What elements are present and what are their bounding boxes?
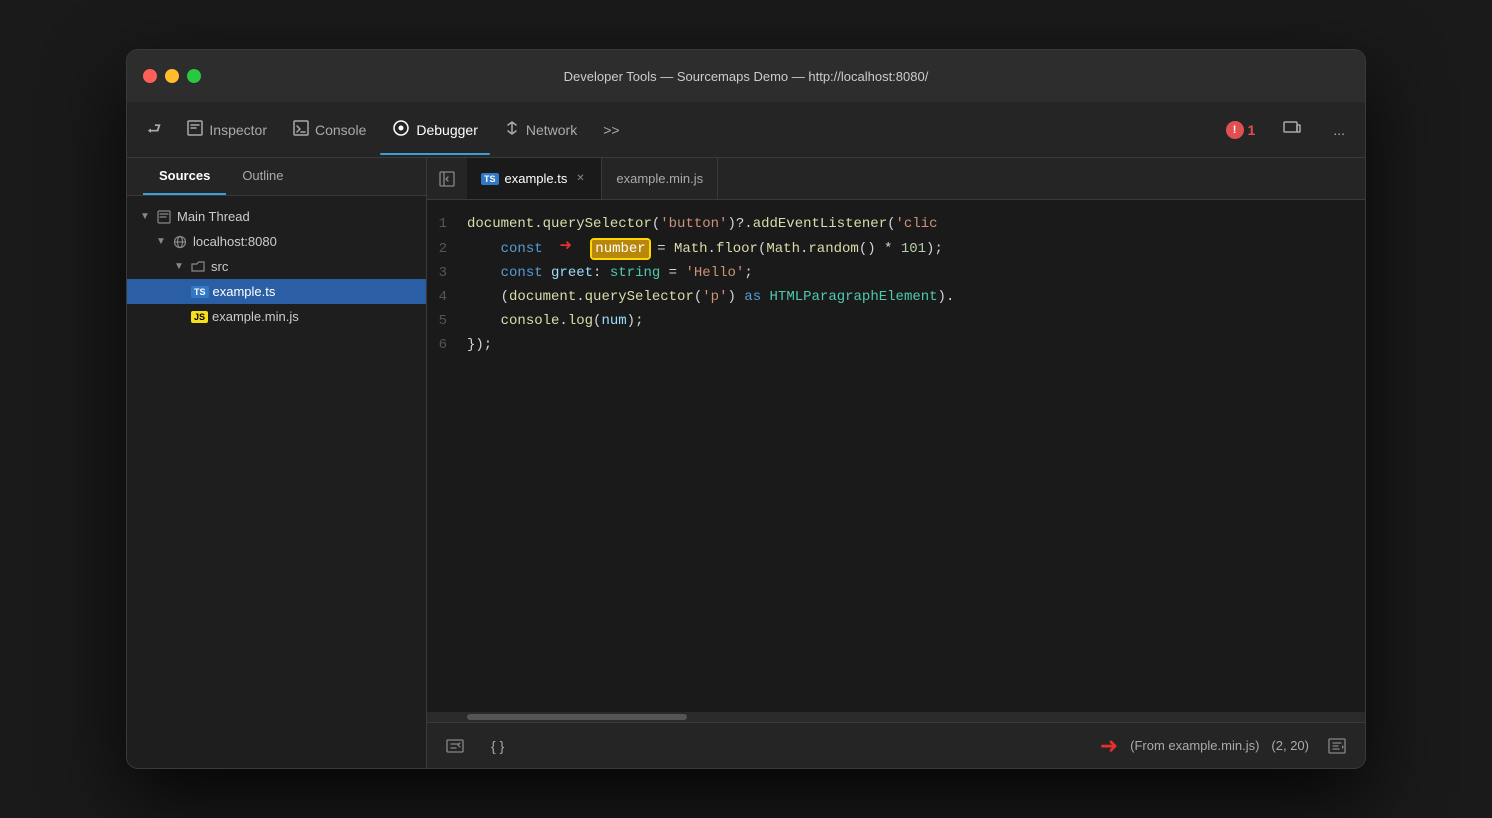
maximize-button[interactable] xyxy=(187,69,201,83)
network-label: Network xyxy=(526,122,577,138)
code-tab-example-ts[interactable]: TS example.ts ✕ xyxy=(467,158,602,199)
devtools-window: Developer Tools — Sourcemaps Demo — http… xyxy=(126,49,1366,769)
code-line-4: 4 (document.querySelector('p') as HTMLPa… xyxy=(427,285,1365,309)
line-number-4: 4 xyxy=(427,285,467,309)
code-editor[interactable]: 1 document.querySelector('button')?.addE… xyxy=(427,200,1365,712)
close-button[interactable] xyxy=(143,69,157,83)
line-content-3: const greet: string = 'Hello'; xyxy=(467,261,1365,285)
tab-network[interactable]: Network xyxy=(492,114,589,146)
console-icon xyxy=(293,120,309,140)
tab-debugger[interactable]: Debugger xyxy=(380,114,490,146)
code-tab-ts-label: example.ts xyxy=(505,171,568,186)
minimize-button[interactable] xyxy=(165,69,179,83)
sidebar-tabs: Sources Outline xyxy=(127,158,426,196)
line-content-4: (document.querySelector('p') as HTMLPara… xyxy=(467,285,1365,309)
toggle-sidebar-button[interactable] xyxy=(431,163,463,195)
code-line-3: 3 const greet: string = 'Hello'; xyxy=(427,261,1365,285)
debugger-label: Debugger xyxy=(416,122,478,138)
network-icon xyxy=(504,120,520,140)
tree-src[interactable]: ▼ src xyxy=(127,254,426,279)
cursor-icon: ⮐ xyxy=(147,122,161,138)
tree-example-min-js[interactable]: JS example.min.js xyxy=(127,304,426,329)
main-content: Sources Outline ▼ Main Thread xyxy=(127,158,1365,768)
line-content-5: console.log(num); xyxy=(467,309,1365,333)
more-tabs-button[interactable]: >> xyxy=(591,116,631,144)
code-tab-close-button[interactable]: ✕ xyxy=(573,172,587,186)
pretty-print-button[interactable]: { } xyxy=(483,734,512,758)
main-thread-icon xyxy=(155,210,173,224)
src-arrow: ▼ xyxy=(173,261,185,273)
tree-localhost[interactable]: ▼ localhost:8080 xyxy=(127,229,426,254)
traffic-lights xyxy=(143,69,201,83)
ts-badge: TS xyxy=(191,286,209,298)
code-area: TS example.ts ✕ example.min.js 1 documen… xyxy=(427,158,1365,768)
toolbar: ⮐ Inspector Console xyxy=(127,102,1365,158)
example-ts-label: example.ts xyxy=(213,284,276,299)
titlebar: Developer Tools — Sourcemaps Demo — http… xyxy=(127,50,1365,102)
status-source-info: (From example.min.js) xyxy=(1130,738,1259,753)
cursor-tool-button[interactable]: ⮐ xyxy=(135,116,173,144)
more-tabs-label: >> xyxy=(603,122,619,138)
jump-to-definition-button[interactable] xyxy=(1321,730,1353,762)
error-count: 1 xyxy=(1248,122,1256,138)
sidebar: Sources Outline ▼ Main Thread xyxy=(127,158,427,768)
line-number-3: 3 xyxy=(427,261,467,285)
code-line-1: 1 document.querySelector('button')?.addE… xyxy=(427,212,1365,236)
tab-console[interactable]: Console xyxy=(281,114,378,146)
localhost-arrow: ▼ xyxy=(155,236,167,248)
code-tab-js-label: example.min.js xyxy=(616,171,703,186)
src-label: src xyxy=(211,259,228,274)
debugger-icon xyxy=(392,120,410,140)
code-tab-ts-badge: TS xyxy=(481,173,499,185)
localhost-icon xyxy=(171,235,189,249)
inspector-label: Inspector xyxy=(209,122,267,138)
tab-sources[interactable]: Sources xyxy=(143,158,226,195)
console-label: Console xyxy=(315,122,366,138)
line-number-6: 6 xyxy=(427,333,467,357)
status-arrow-icon: ➜ xyxy=(1100,733,1118,759)
inspector-icon xyxy=(187,120,203,140)
tree-example-ts[interactable]: TS example.ts xyxy=(127,279,426,304)
line-number-1: 1 xyxy=(427,212,467,236)
toolbar-right: ! 1 ... xyxy=(1218,114,1357,145)
tab-outline[interactable]: Outline xyxy=(226,158,299,195)
more-options-icon: ... xyxy=(1333,122,1345,138)
code-line-5: 5 console.log(num); xyxy=(427,309,1365,333)
scrollbar-thumb[interactable] xyxy=(467,714,687,720)
folder-icon xyxy=(189,260,207,274)
tree-main-thread[interactable]: ▼ Main Thread xyxy=(127,204,426,229)
line-number-2: 2 xyxy=(427,237,467,261)
more-options-button[interactable]: ... xyxy=(1321,116,1357,144)
line-content-1: document.querySelector('button')?.addEve… xyxy=(467,212,1365,236)
code-tab-example-min-js[interactable]: example.min.js xyxy=(602,158,718,199)
code-line-6: 6 }); xyxy=(427,333,1365,357)
error-icon: ! xyxy=(1226,121,1244,139)
line-number-5: 5 xyxy=(427,309,467,333)
status-position: (2, 20) xyxy=(1271,738,1309,753)
line-content-2: const ➜ number = Math.floor(Math.random(… xyxy=(467,236,1365,261)
window-title: Developer Tools — Sourcemaps Demo — http… xyxy=(564,69,929,84)
responsive-icon xyxy=(1283,120,1301,139)
main-thread-arrow: ▼ xyxy=(139,211,151,223)
localhost-label: localhost:8080 xyxy=(193,234,277,249)
line-content-6: }); xyxy=(467,333,1365,357)
example-min-js-label: example.min.js xyxy=(212,309,299,324)
horizontal-scrollbar[interactable] xyxy=(427,712,1365,722)
js-badge: JS xyxy=(191,311,208,323)
tab-inspector[interactable]: Inspector xyxy=(175,114,279,146)
code-tabs: TS example.ts ✕ example.min.js xyxy=(427,158,1365,200)
pretty-print-label: { } xyxy=(491,738,504,754)
status-bar: { } ➜ (From example.min.js) (2, 20) xyxy=(427,722,1365,768)
code-line-2: 2 const ➜ number = Math.floor(Math.rando… xyxy=(427,236,1365,261)
sidebar-tree: ▼ Main Thread ▼ xyxy=(127,196,426,768)
main-thread-label: Main Thread xyxy=(177,209,250,224)
responsive-design-button[interactable] xyxy=(1271,114,1313,145)
error-badge[interactable]: ! 1 xyxy=(1218,117,1264,143)
blackbox-button[interactable] xyxy=(439,730,471,762)
